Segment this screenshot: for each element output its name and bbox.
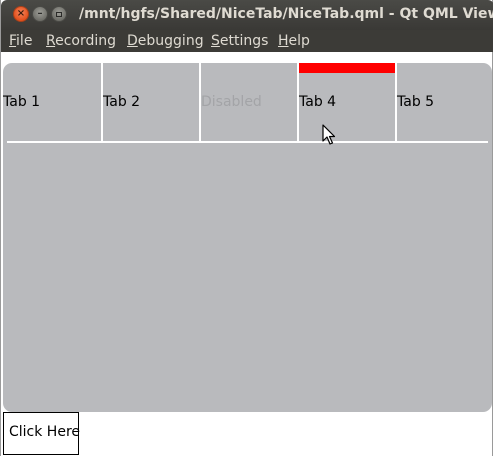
menu-debugging-mnemonic: D <box>127 33 138 49</box>
menu-file-label: ile <box>16 33 33 49</box>
menu-file-mnemonic: F <box>9 33 17 49</box>
menu-recording-mnemonic: R <box>46 33 56 49</box>
click-here-button[interactable]: Click Here <box>3 412 80 455</box>
active-tab-indicator <box>299 63 395 73</box>
tab-5-label: Tab 5 <box>397 94 435 110</box>
tab-2-label: Tab 2 <box>103 94 141 110</box>
tab-content-area <box>3 143 492 412</box>
menu-recording-label: ecording <box>55 33 117 49</box>
tab-disabled-label: Disabled <box>201 94 262 110</box>
menu-help[interactable]: Help <box>278 33 310 49</box>
minimize-icon: – <box>37 8 43 19</box>
menu-recording[interactable]: Recording <box>46 33 116 49</box>
menu-file[interactable]: File <box>9 33 32 49</box>
tab-4-label: Tab 4 <box>299 94 337 110</box>
tab-1-label: Tab 1 <box>3 94 41 110</box>
window-title: /mnt/hgfs/Shared/NiceTab/NiceTab.qml - Q… <box>79 6 493 22</box>
menu-debugging-label: ebugging <box>137 33 204 49</box>
menu-settings[interactable]: Settings <box>211 33 268 49</box>
maximize-icon <box>56 11 62 17</box>
title-bar[interactable]: × – /mnt/hgfs/Shared/NiceTab/NiceTab.qml… <box>1 0 493 30</box>
close-icon: × <box>16 8 26 19</box>
tab-bar: Tab 1 Tab 2 Disabled Tab 4 Tab 5 <box>3 63 492 141</box>
tab-2[interactable]: Tab 2 <box>103 63 201 141</box>
arrow-cursor-icon <box>322 124 336 145</box>
tab-4[interactable]: Tab 4 <box>299 63 397 141</box>
close-window-button[interactable]: × <box>13 6 29 22</box>
menu-settings-mnemonic: S <box>211 33 220 49</box>
tab-disabled: Disabled <box>201 63 299 141</box>
menu-help-label: elp <box>288 33 310 49</box>
tab-1[interactable]: Tab 1 <box>3 63 101 141</box>
tab-view: Tab 1 Tab 2 Disabled Tab 4 Tab 5 <box>3 63 492 412</box>
tab-5[interactable]: Tab 5 <box>397 63 493 141</box>
qml-viewer-window: × – /mnt/hgfs/Shared/NiceTab/NiceTab.qml… <box>0 0 493 456</box>
menu-bar: File Recording Debugging Settings Help <box>1 30 493 52</box>
minimize-window-button[interactable]: – <box>32 6 48 22</box>
menu-debugging[interactable]: Debugging <box>127 33 204 49</box>
menu-settings-label: ettings <box>219 33 269 49</box>
maximize-window-button[interactable] <box>51 6 67 22</box>
menu-help-mnemonic: H <box>278 33 289 49</box>
